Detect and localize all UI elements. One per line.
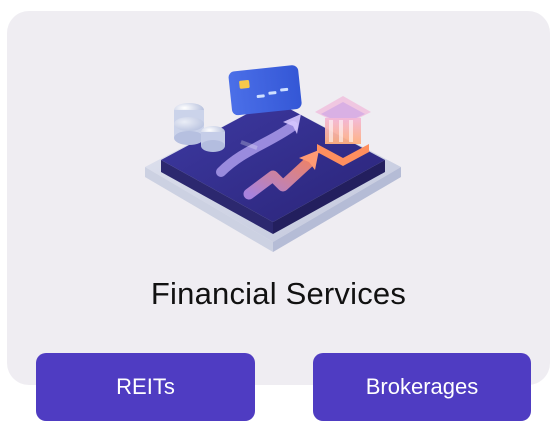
card-title: Financial Services (150, 276, 407, 311)
finance-platform-icon (145, 65, 401, 252)
tag-brokerages-button[interactable]: Brokerages (313, 353, 531, 421)
tag-brokerages-label: Brokerages (365, 374, 479, 399)
tag-reits-button[interactable]: REITs (36, 353, 255, 421)
tag-reits-label: REITs (116, 374, 175, 399)
